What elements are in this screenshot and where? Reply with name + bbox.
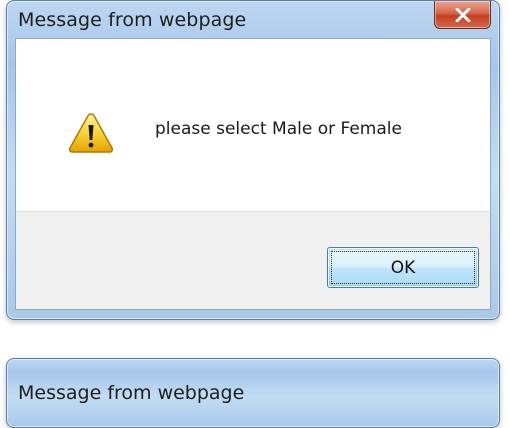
second-dialog-title: Message from webpage: [18, 382, 245, 404]
ok-button[interactable]: OK: [327, 247, 479, 288]
second-alert-dialog: Message from webpage: [6, 358, 500, 428]
button-bar: OK: [16, 211, 490, 309]
ok-button-label: OK: [390, 257, 416, 278]
alert-dialog: Message from webpage please select Male …: [6, 0, 500, 320]
dialog-content: please select Male or Female OK: [15, 38, 491, 310]
warning-icon: [68, 113, 114, 153]
dialog-title: Message from webpage: [18, 9, 247, 31]
close-button[interactable]: [434, 1, 491, 29]
close-icon: [455, 7, 470, 22]
alert-message: please select Male or Female: [155, 119, 402, 139]
